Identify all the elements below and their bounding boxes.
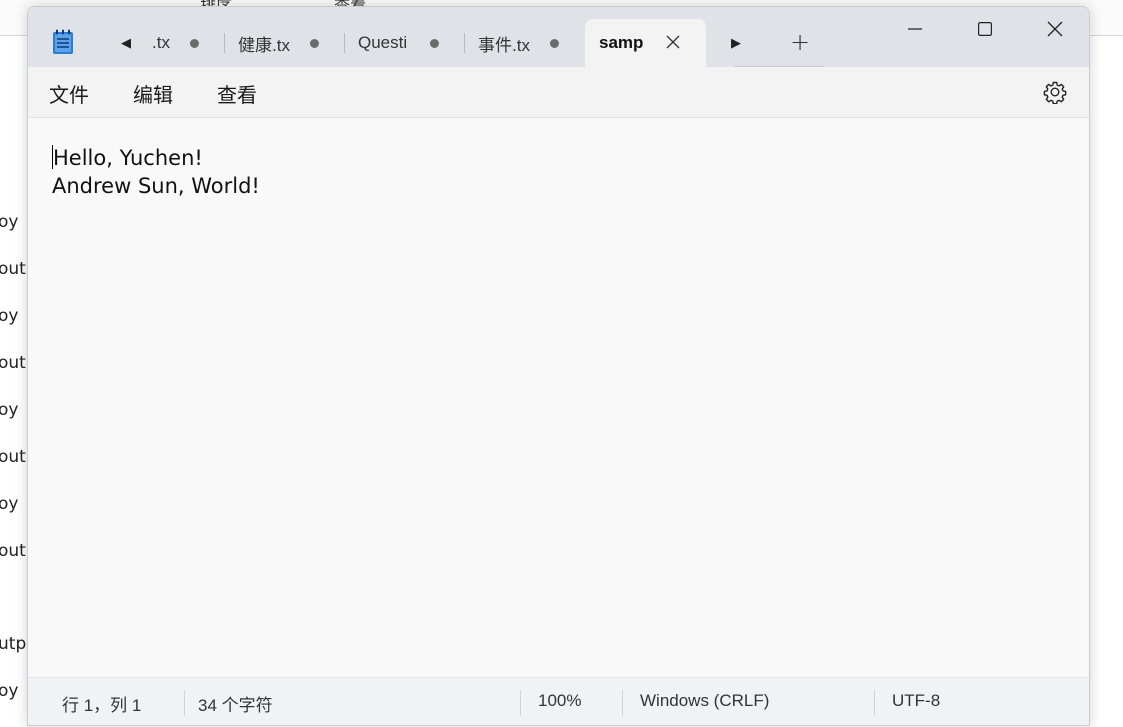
background-list-item[interactable]: out <box>0 541 26 561</box>
background-list-item[interactable]: oy <box>0 400 18 420</box>
background-file-list: oy out oy out oy out oy out utp oy <box>0 0 30 727</box>
character-count: 34 个字符 <box>198 696 273 715</box>
background-list-item[interactable]: out <box>0 447 26 467</box>
close-icon[interactable] <box>663 32 683 52</box>
background-list-item[interactable]: oy <box>0 306 18 326</box>
minimize-button[interactable] <box>880 7 950 51</box>
status-divider <box>622 690 623 716</box>
menu-edit[interactable]: 编辑 <box>131 79 175 108</box>
gear-icon[interactable] <box>1043 80 1067 104</box>
tab-label: 健康.tx <box>238 35 290 55</box>
editor-line: Hello, Yuchen! <box>53 146 203 170</box>
maximize-icon <box>978 22 992 36</box>
close-icon <box>1047 21 1063 37</box>
close-window-button[interactable] <box>1020 7 1089 51</box>
tab-file-0[interactable]: .tx <box>152 19 222 67</box>
new-tab-button[interactable]: + <box>786 28 814 56</box>
tab-scroll-left-button[interactable]: ◀ <box>112 29 140 57</box>
cursor-position: 行 1，列 1 <box>62 696 142 715</box>
unsaved-dot-icon <box>550 39 559 48</box>
tab-label: .tx <box>152 33 170 52</box>
background-list-item[interactable]: oy <box>0 494 18 514</box>
maximize-button[interactable] <box>950 7 1020 51</box>
background-list-item[interactable]: out <box>0 353 26 373</box>
background-list-item[interactable]: oy <box>0 212 18 232</box>
tab-label: 事件.tx <box>478 35 530 55</box>
tab-divider <box>224 33 225 53</box>
tab-divider <box>464 33 465 53</box>
background-list-item[interactable]: oy <box>0 681 18 701</box>
tab-file-2[interactable]: Questi <box>358 19 468 67</box>
unsaved-dot-icon <box>190 39 199 48</box>
notepad-window: ◀ .tx 健康.tx Questi 事件.tx samp ▶ + 文件 编辑 … <box>27 6 1090 726</box>
tab-file-3[interactable]: 事件.tx <box>478 19 588 67</box>
title-bar[interactable]: ◀ .tx 健康.tx Questi 事件.tx samp ▶ + <box>28 7 1089 67</box>
encoding[interactable]: UTF-8 <box>892 691 940 711</box>
menu-view[interactable]: 查看 <box>215 79 259 108</box>
status-divider <box>520 690 521 716</box>
unsaved-dot-icon <box>430 39 439 48</box>
tab-divider <box>344 33 345 53</box>
status-bar: 行 1，列 1 34 个字符 100% Windows (CRLF) UTF-8 <box>28 677 1089 725</box>
menu-bar: 文件 编辑 查看 <box>28 67 1089 118</box>
text-editor[interactable]: Hello, Yuchen! Andrew Sun, World! <box>28 118 1089 677</box>
status-divider <box>184 690 185 716</box>
tab-scroll-right-button[interactable]: ▶ <box>722 29 750 57</box>
tab-file-active[interactable]: samp <box>585 19 706 67</box>
minimize-icon <box>908 28 922 30</box>
unsaved-dot-icon <box>310 39 319 48</box>
tab-file-1[interactable]: 健康.tx <box>238 19 348 67</box>
editor-line: Andrew Sun, World! <box>52 174 260 198</box>
tab-label: Questi <box>358 33 408 52</box>
status-divider <box>874 690 875 716</box>
background-list-item[interactable]: out <box>0 259 26 279</box>
menu-file[interactable]: 文件 <box>47 79 91 108</box>
line-ending[interactable]: Windows (CRLF) <box>640 691 769 711</box>
tab-label: samp <box>599 33 644 52</box>
notepad-icon <box>53 29 73 54</box>
zoom-level[interactable]: 100% <box>538 691 581 711</box>
background-list-item[interactable]: utp <box>0 634 26 654</box>
